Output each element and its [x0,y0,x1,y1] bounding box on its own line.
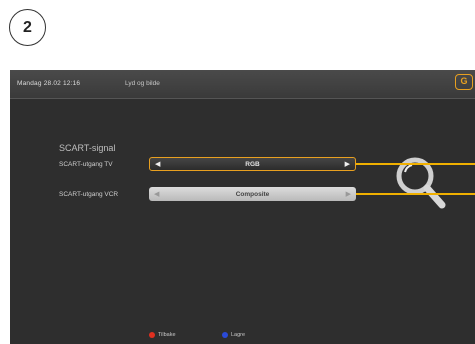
arrow-right-icon[interactable]: ▶ [346,190,351,198]
blue-button-icon [222,332,228,338]
section-title: SCART-signal [59,143,116,153]
scart-tv-label: SCART-utgang TV [59,161,113,168]
callout-line [356,193,475,195]
step-number-badge: 2 [9,9,46,46]
menu-footer: Tilbake Lagre [10,332,475,344]
menu-header: Mandag 28.02 12:16 Lyd og bilde G [10,70,475,99]
brand-logo-icon: G [455,74,473,90]
red-button-icon [149,332,155,338]
arrow-right-icon[interactable]: ▶ [345,160,350,168]
header-menu-title: Lyd og bilde [125,80,160,87]
scart-vcr-label: SCART-utgang VCR [59,191,119,198]
scart-tv-value: RGB [245,160,260,168]
callout-line [356,163,475,165]
header-datetime: Mandag 28.02 12:16 [17,80,81,87]
scart-tv-selector[interactable]: ◀ RGB ▶ [149,157,356,171]
save-label: Lagre [231,332,246,338]
save-button[interactable]: Lagre [222,332,245,338]
back-button[interactable]: Tilbake [149,332,176,338]
magnifier-icon [396,157,446,209]
tv-menu-screen: Mandag 28.02 12:16 Lyd og bilde G SCART-… [10,70,475,344]
arrow-left-icon[interactable]: ◀ [155,160,160,168]
back-label: Tilbake [158,332,176,338]
arrow-left-icon[interactable]: ◀ [154,190,159,198]
scart-vcr-value: Composite [235,190,270,198]
scart-vcr-selector[interactable]: ◀ Composite ▶ [149,187,356,201]
